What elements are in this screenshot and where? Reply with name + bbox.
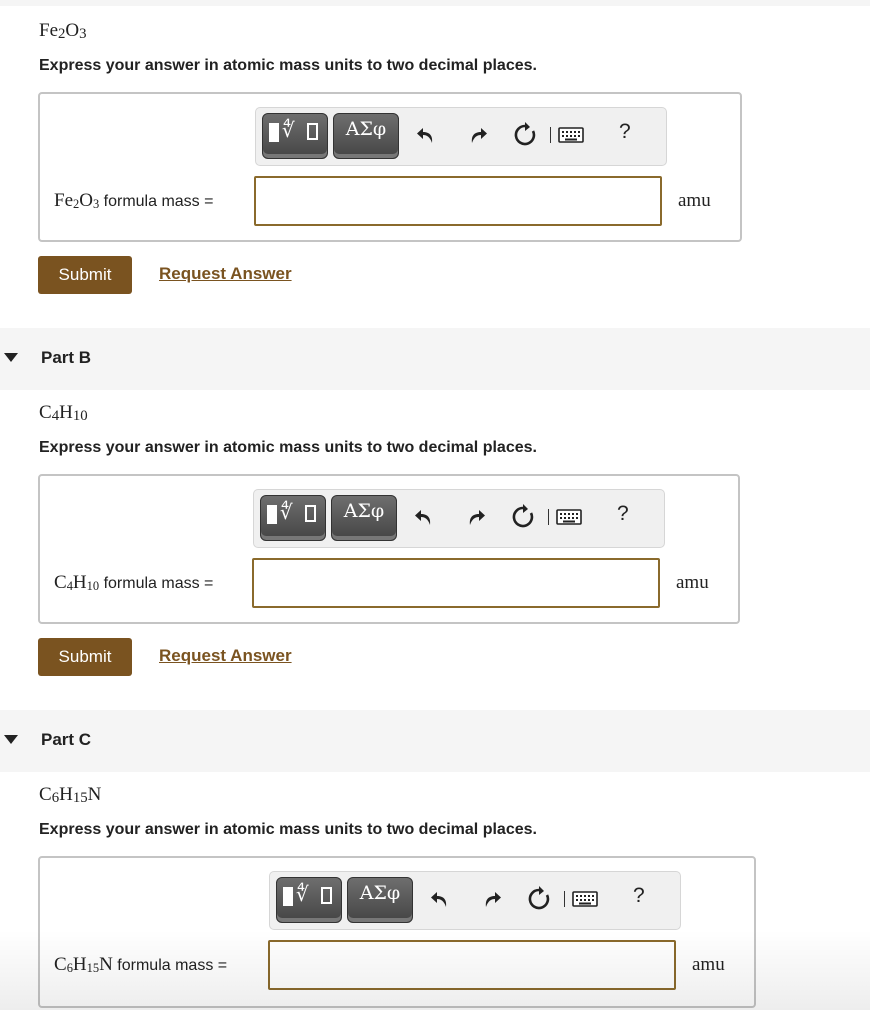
keyboard-icon[interactable] xyxy=(557,122,585,148)
part-c-field-label: C6H15N formula mass = xyxy=(54,954,228,975)
help-icon[interactable]: ? xyxy=(617,502,629,526)
part-b-formula: C4H10 xyxy=(39,402,88,425)
collapse-triangle-icon[interactable] xyxy=(4,735,18,744)
part-c-mass-input[interactable] xyxy=(268,940,676,990)
keyboard-icon[interactable] xyxy=(555,504,583,530)
part-b-request-answer-link[interactable]: Request Answer xyxy=(159,646,292,666)
greek-symbols-icon[interactable]: ΑΣφ xyxy=(331,495,397,541)
part-a-math-toolbar: ∜ ΑΣφ ? xyxy=(255,107,667,166)
templates-icon[interactable]: ∜ xyxy=(276,877,342,923)
greek-symbols-icon[interactable]: ΑΣφ xyxy=(347,877,413,923)
undo-icon[interactable] xyxy=(414,122,440,148)
part-c-unit: amu xyxy=(692,954,725,975)
part-a-answer-box: ∜ ΑΣφ ? Fe2O3 formula mass = amu xyxy=(38,92,742,242)
part-b-instruction: Express your answer in atomic mass units… xyxy=(39,439,537,456)
part-c-header[interactable]: Part C xyxy=(0,710,870,772)
toolbar-separator xyxy=(564,891,565,907)
greek-symbols-icon[interactable]: ΑΣφ xyxy=(333,113,399,159)
part-a-formula: Fe2O3 xyxy=(39,20,87,43)
undo-icon[interactable] xyxy=(428,886,454,912)
reset-icon[interactable] xyxy=(512,122,538,148)
part-b-mass-input[interactable] xyxy=(252,558,660,608)
part-a-mass-input[interactable] xyxy=(254,176,662,226)
keyboard-icon[interactable] xyxy=(571,886,599,912)
part-c-math-toolbar: ∜ ΑΣφ ? xyxy=(269,871,681,930)
toolbar-separator xyxy=(550,127,551,143)
part-b-answer-box: ∜ ΑΣφ ? C4H10 formula mass = amu xyxy=(38,474,740,624)
part-b-field-label: C4H10 formula mass = xyxy=(54,572,214,593)
undo-icon[interactable] xyxy=(412,504,438,530)
redo-icon[interactable] xyxy=(478,886,504,912)
reset-icon[interactable] xyxy=(526,886,552,912)
part-b-unit: amu xyxy=(676,572,709,593)
redo-icon[interactable] xyxy=(464,122,490,148)
part-b-title: Part B xyxy=(41,348,92,367)
part-b-submit-button[interactable]: Submit xyxy=(38,638,132,676)
templates-icon[interactable]: ∜ xyxy=(260,495,326,541)
help-icon[interactable]: ? xyxy=(619,120,631,144)
toolbar-separator xyxy=(548,509,549,525)
collapse-triangle-icon[interactable] xyxy=(4,353,18,362)
part-a-request-answer-link[interactable]: Request Answer xyxy=(159,264,292,284)
top-strip xyxy=(0,0,870,6)
part-c-answer-box: ∜ ΑΣφ ? C6H15N formula mass = amu xyxy=(38,856,756,1008)
part-a-submit-button[interactable]: Submit xyxy=(38,256,132,294)
part-c-title: Part C xyxy=(41,730,92,749)
part-a-field-label: Fe2O3 formula mass = xyxy=(54,190,214,211)
redo-icon[interactable] xyxy=(462,504,488,530)
templates-icon[interactable]: ∜ xyxy=(262,113,328,159)
part-b-math-toolbar: ∜ ΑΣφ ? xyxy=(253,489,665,548)
reset-icon[interactable] xyxy=(510,504,536,530)
help-icon[interactable]: ? xyxy=(633,884,645,908)
part-c-instruction: Express your answer in atomic mass units… xyxy=(39,821,537,838)
part-a-instruction: Express your answer in atomic mass units… xyxy=(39,57,537,74)
part-b-header[interactable]: Part B xyxy=(0,328,870,390)
part-a-unit: amu xyxy=(678,190,711,211)
part-c-formula: C6H15N xyxy=(39,784,102,807)
